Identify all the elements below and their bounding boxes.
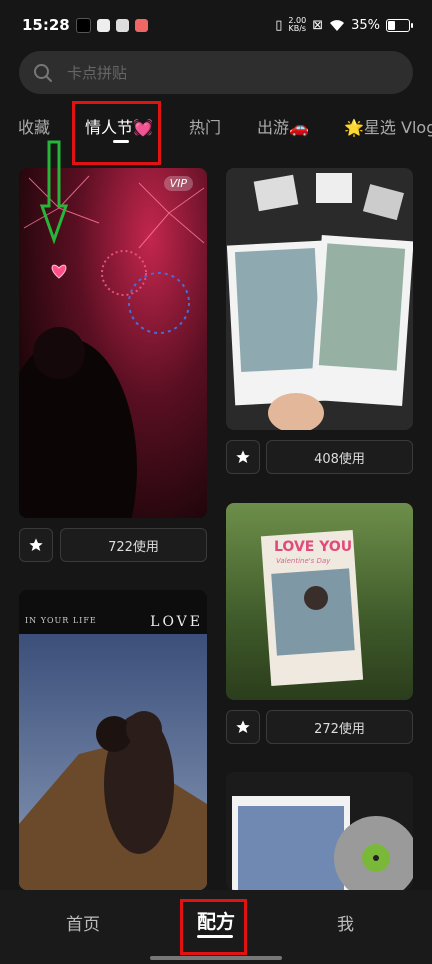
home-indicator[interactable] — [150, 956, 282, 960]
annotation-arrow-down — [40, 140, 68, 245]
favorite-button[interactable] — [226, 440, 260, 474]
use-template-button[interactable]: 408使用 — [266, 440, 413, 474]
link-notification-icon — [115, 18, 129, 32]
template-card-love-you[interactable]: LOVE YOU Valentine's Day — [226, 503, 413, 700]
vip-badge: VIP — [163, 176, 193, 191]
favorite-button[interactable] — [19, 528, 53, 562]
star-icon — [236, 720, 250, 733]
vibrate-icon: ▯ — [275, 17, 283, 33]
network-speed: 2.00 KB/s — [288, 17, 306, 33]
tab-active-underline — [113, 140, 129, 143]
search-input[interactable] — [65, 62, 369, 83]
star-icon — [236, 450, 250, 463]
nav-home[interactable]: 首页 — [66, 910, 100, 935]
vinyl-polaroid-image — [232, 796, 413, 890]
use-template-button[interactable]: 272使用 — [266, 710, 413, 744]
battery-percent: 35% — [351, 17, 380, 33]
tab-travel[interactable]: 出游🚗 — [257, 114, 309, 138]
status-time: 15:28 — [22, 16, 70, 34]
template-card-love-couple[interactable]: IN YOUR LIFE LOVE — [19, 590, 207, 890]
frame-text: LOVE YOU — [274, 539, 353, 555]
love-you-frame-image — [260, 529, 364, 687]
nav-me[interactable]: 我 — [337, 910, 354, 935]
use-template-button[interactable]: 722使用 — [60, 528, 207, 562]
love-couple-image — [19, 634, 207, 890]
no-sim-icon: ⊠ — [312, 17, 324, 33]
app-notification-icon — [96, 18, 110, 32]
card-header-right: LOVE — [150, 614, 203, 630]
frame-subtext: Valentine's Day — [276, 557, 331, 565]
template-card-polaroids[interactable] — [226, 168, 413, 430]
card-header-left: IN YOUR LIFE — [25, 616, 97, 625]
wifi-icon — [330, 19, 345, 31]
polaroid-photos-image — [226, 173, 413, 430]
battery-icon — [386, 18, 413, 32]
status-right: ▯ 2.00 KB/s ⊠ 35% — [275, 17, 413, 33]
nav-active-underline — [197, 935, 233, 938]
template-card-vinyl[interactable] — [226, 772, 413, 890]
tab-featured-vlog[interactable]: 🌟星选 Vlog — [344, 114, 432, 138]
network-speed-unit: KB/s — [288, 24, 307, 33]
search-bar[interactable] — [19, 51, 413, 94]
tab-favorites[interactable]: 收藏 — [18, 114, 50, 138]
star-icon — [29, 538, 43, 551]
status-left: 15:28 — [22, 16, 148, 34]
tab-popular[interactable]: 热门 — [189, 114, 221, 138]
favorite-button[interactable] — [226, 710, 260, 744]
tiktok-icon — [75, 17, 91, 33]
bottom-navigation: 首页 配方 我 — [0, 890, 432, 964]
nav-recipes[interactable]: 配方 — [197, 907, 235, 934]
tab-valentines[interactable]: 情人节💓 — [85, 114, 153, 138]
search-icon — [34, 63, 52, 82]
status-bar: 15:28 ▯ 2.00 KB/s ⊠ 35% — [0, 0, 432, 50]
app-notification-icon-2 — [134, 18, 148, 32]
